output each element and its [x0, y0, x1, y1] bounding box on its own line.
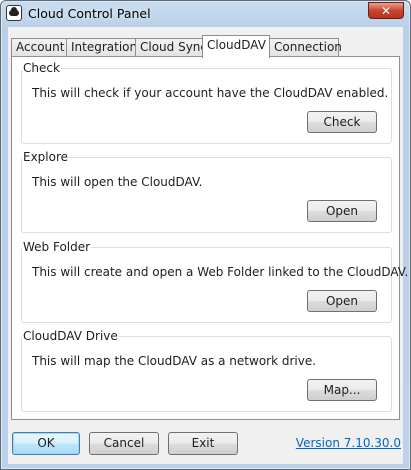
map-drive-button[interactable]: Map... — [307, 379, 377, 401]
app-window: Cloud Control Panel ✕ Account Integratio… — [0, 0, 411, 470]
web-folder-open-button[interactable]: Open — [307, 290, 377, 312]
web-folder-group: Web Folder This will create and open a W… — [21, 240, 408, 323]
cancel-button[interactable]: Cancel — [89, 432, 159, 455]
close-button[interactable]: ✕ — [368, 2, 404, 19]
cloud-app-icon — [6, 5, 22, 21]
tab-clouddav[interactable]: CloudDAV — [202, 35, 270, 58]
title-bar[interactable]: Cloud Control Panel ✕ — [1, 1, 410, 27]
clouddav-drive-group-title: CloudDAV Drive — [22, 329, 119, 343]
check-group: Check This will check if your account ha… — [21, 61, 392, 144]
check-group-title: Check — [22, 61, 61, 75]
window-title: Cloud Control Panel — [28, 6, 151, 21]
tab-cloud-sync[interactable]: Cloud Sync — [135, 38, 207, 56]
check-button[interactable]: Check — [307, 111, 377, 133]
check-description: This will check if your account have the… — [32, 86, 389, 100]
version-link[interactable]: Version 7.10.30.0 — [296, 436, 401, 450]
explore-group: Explore This will open the CloudDAV. Ope… — [21, 150, 392, 233]
clouddav-tab-panel: Check This will check if your account ha… — [11, 56, 408, 420]
clouddav-drive-group: CloudDAV Drive This will map the CloudDA… — [21, 329, 392, 412]
client-area: Account Integration Cloud Sync CloudDAV … — [8, 27, 408, 464]
web-folder-group-title: Web Folder — [22, 240, 92, 254]
explore-description: This will open the CloudDAV. — [32, 175, 203, 189]
ok-button[interactable]: OK — [12, 432, 80, 455]
clouddav-drive-description: This will map the CloudDAV as a network … — [32, 354, 317, 368]
explore-open-button[interactable]: Open — [307, 200, 377, 222]
tab-connection[interactable]: Connection — [269, 38, 342, 56]
tab-account[interactable]: Account — [11, 38, 67, 56]
exit-button[interactable]: Exit — [168, 432, 238, 455]
web-folder-description: This will create and open a Web Folder l… — [32, 265, 409, 279]
explore-group-title: Explore — [22, 150, 70, 164]
tab-integration[interactable]: Integration — [66, 38, 137, 56]
